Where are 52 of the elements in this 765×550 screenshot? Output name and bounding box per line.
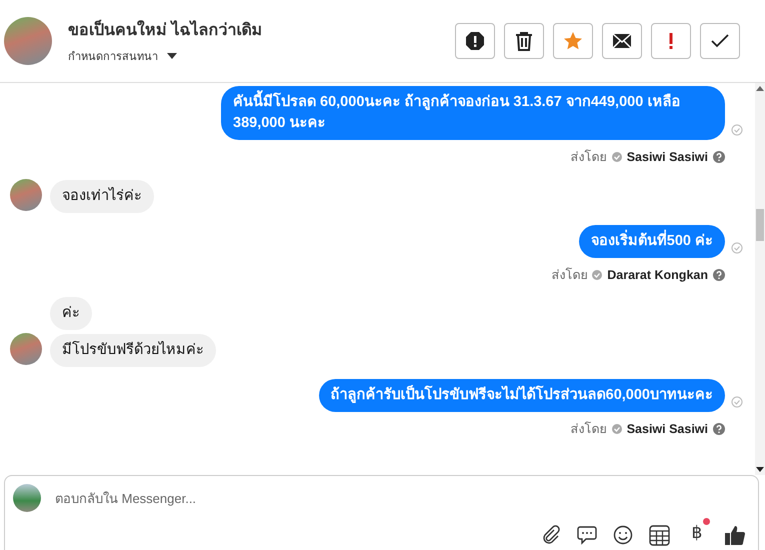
report-button[interactable] [455,23,495,59]
paperclip-icon [541,525,561,545]
help-icon [713,269,725,281]
delete-button[interactable] [504,23,544,59]
avatar-photo [13,484,41,512]
received-message: ค่ะ [50,297,92,330]
star-icon [563,31,583,51]
scroll-up-icon[interactable] [756,85,764,91]
speech-bubble-icon [577,525,597,545]
schedule-dropdown[interactable]: กำหนดการสนทนา [68,47,178,65]
verified-icon [612,424,622,434]
sent-by-label: ส่งโดย [570,420,607,438]
scroll-down-icon[interactable] [756,467,764,473]
star-button[interactable] [553,23,593,59]
mail-button[interactable] [602,23,642,59]
verified-icon [612,152,622,162]
sent-check-icon [731,124,743,136]
help-icon [713,423,725,435]
sender-name: Sasiwi Sasiwi [626,150,708,164]
conversation-title: ขอเป็นคนใหม่ ไฉไลกว่าเดิม [68,17,455,42]
sent-message: ถ้าลูกค้ารับเป็นโปรขับฟรีจะไม่ได้โปรส่วนลด60,000บาทนะคะ [318,379,725,412]
emoji-button[interactable] [612,524,634,546]
sent-check-icon [731,396,743,408]
sent-message: คันนี้มีโปรลด 60,000นะคะ ถ้าลูกค้าจองก่อน 31.3.67 จาก449,000 เหลือ 389,000 นะคะ [221,86,725,140]
chat-button[interactable] [576,524,598,546]
received-message: มีโปรขับฟรีด้วยไหมค่ะ [50,334,216,367]
trash-icon [515,31,533,51]
sent-check-icon [731,242,743,254]
done-button[interactable] [700,23,740,59]
like-button[interactable] [724,524,746,546]
glyph-button[interactable]: ฿ [684,518,710,546]
sender-name: Sasiwi Sasiwi [626,422,708,436]
verified-icon [592,270,602,280]
avatar-photo [4,17,52,65]
scrollbar-thumb[interactable] [756,209,764,241]
received-message: จองเท่าไร่ค่ะ [50,180,154,213]
alert-button[interactable] [651,23,691,59]
thumbs-up-icon [724,524,746,546]
sent-by-label: ส่งโดย [570,148,607,166]
smiley-icon [613,525,633,545]
envelope-icon [612,33,632,49]
sent-by-label: ส่งโดย [551,266,588,284]
exclamation-icon [465,31,485,51]
baht-symbol: ฿ [692,522,702,543]
table-icon [648,524,670,546]
checkmark-icon [711,34,729,48]
table-button[interactable] [648,524,670,546]
help-icon [713,151,725,163]
caret-icon [166,52,178,60]
sent-message: จองเริ่มต้นที่500 ค่ะ [578,225,725,258]
sender-name: Dararat Kongkan [607,268,708,282]
exclamation-icon [668,32,674,50]
